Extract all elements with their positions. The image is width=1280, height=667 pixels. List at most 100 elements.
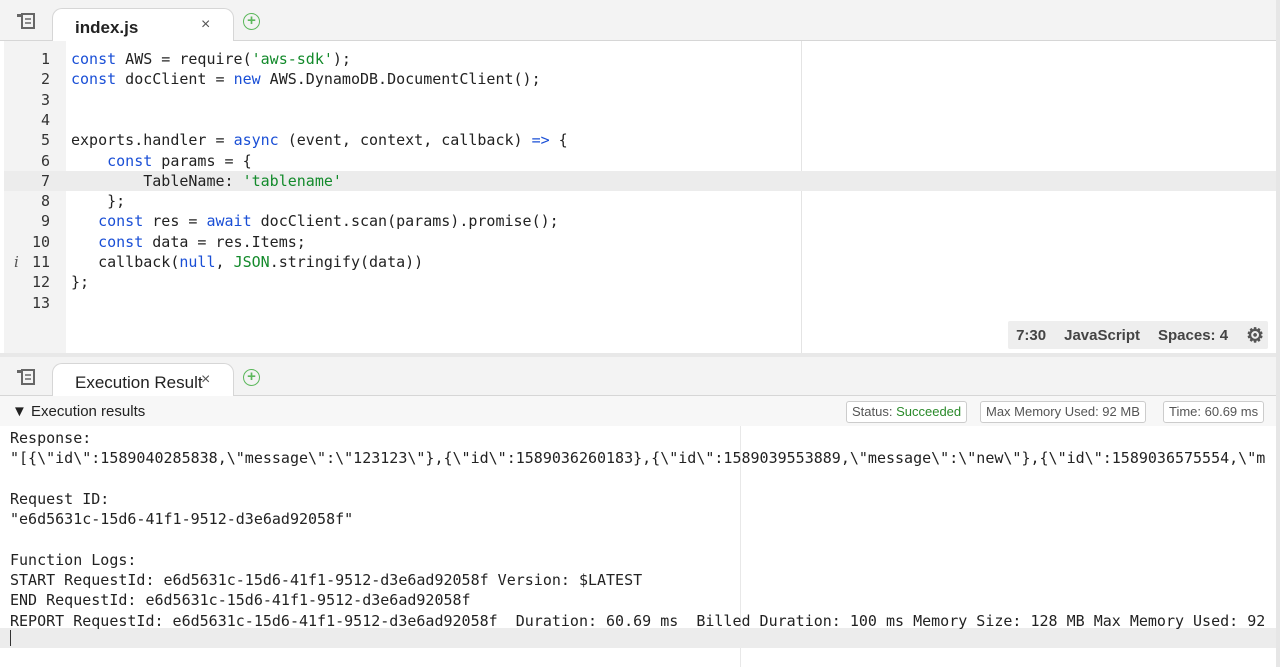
code-line[interactable]: 3 <box>4 90 1276 110</box>
code-line[interactable]: 11 i callback(null, JSON.stringify(data)) <box>4 252 1276 272</box>
code-token: .stringify(data)) <box>269 253 424 271</box>
result-line: REPORT RequestId: e6d5631c-15d6-41f1-951… <box>10 611 1266 630</box>
tab-label: Execution Result <box>75 373 203 392</box>
code-text: TableName: 'tablename' <box>71 171 342 191</box>
code-token: const <box>98 212 144 231</box>
max-memory-badge: Max Memory Used: 92 MB <box>980 401 1146 423</box>
result-tab-bar: Execution Result × + <box>0 357 1280 397</box>
execution-results-header: ▼ Execution results Status: Succeeded Ma… <box>0 396 1280 426</box>
code-token: => <box>531 131 550 150</box>
line-number: 7 <box>40 171 50 190</box>
close-tab-icon[interactable]: × <box>201 16 210 34</box>
code-line[interactable]: 2 const docClient = new AWS.DynamoDB.Docu… <box>4 69 1276 89</box>
tab-label: index.js <box>75 18 139 37</box>
code-line[interactable]: 1 const AWS = require('aws-sdk'); <box>4 49 1276 69</box>
code-line[interactable]: 13 <box>4 293 1276 313</box>
code-token: res = <box>143 212 207 231</box>
code-token: const <box>107 151 153 170</box>
cursor-position: 7:30 <box>1016 326 1047 344</box>
code-text: const AWS = require('aws-sdk'); <box>71 49 351 69</box>
code-token: }; <box>71 192 126 211</box>
code-text: const params = { <box>71 151 252 171</box>
line-number: 4 <box>40 110 50 129</box>
code-text: exports.handler = async (event, context,… <box>71 130 568 150</box>
active-line-highlight <box>0 628 1280 648</box>
code-line[interactable]: 10 const data = res.Items; <box>4 232 1276 252</box>
execution-results-toggle[interactable]: ▼ Execution results <box>12 403 145 420</box>
code-token: }; <box>71 273 90 292</box>
code-token: 'aws-sdk' <box>251 50 333 68</box>
code-token: data = res.Items; <box>143 232 306 251</box>
tab-index-js[interactable]: index.js × <box>52 8 234 42</box>
indent-setting[interactable]: Spaces: 4 <box>1158 327 1228 344</box>
code-line[interactable]: 5 exports.handler = async (event, context… <box>4 130 1276 150</box>
code-token: docClient = <box>116 70 234 89</box>
code-token: const <box>71 50 117 68</box>
code-token: , <box>215 253 234 271</box>
line-number: 13 <box>31 293 50 312</box>
code-token: TableName: <box>71 171 243 190</box>
code-token: AWS.DynamoDB.DocumentClient(); <box>260 70 541 89</box>
add-tab-icon[interactable]: + <box>243 369 260 386</box>
text-cursor <box>10 630 11 646</box>
code-text: const docClient = new AWS.DynamoDB.Docum… <box>71 69 541 89</box>
execution-results-output[interactable]: Response: "[{\"id\":1589040285838,\"messa… <box>0 426 1280 667</box>
line-number: 11 <box>31 253 50 271</box>
add-tab-icon[interactable]: + <box>243 13 260 30</box>
scrollbar-track[interactable] <box>1276 0 1280 667</box>
code-token: const <box>71 70 117 89</box>
code-token: exports.handler = <box>71 131 234 150</box>
code-token: async <box>233 131 279 150</box>
code-line[interactable]: 9 const res = await docClient.scan(param… <box>4 211 1276 231</box>
result-line: START RequestId: e6d5631c-15d6-41f1-9512… <box>10 571 643 590</box>
code-token: await <box>206 212 252 231</box>
code-token: 'tablename' <box>242 171 342 190</box>
status-badge: Status: Succeeded <box>846 401 968 423</box>
code-text: }; <box>71 191 125 211</box>
line-number: 3 <box>40 90 50 109</box>
language-mode[interactable]: JavaScript <box>1064 327 1140 344</box>
code-line[interactable]: 4 <box>4 110 1276 130</box>
code-line[interactable]: 8 }; <box>4 191 1276 211</box>
code-line[interactable]: 12}; <box>4 272 1276 292</box>
code-token: params = { <box>152 151 252 170</box>
info-annotation-icon[interactable]: i <box>14 252 19 272</box>
tab-execution-result[interactable]: Execution Result × <box>52 363 234 397</box>
result-line: Request ID: <box>10 489 110 508</box>
result-line: Function Logs: <box>10 550 137 569</box>
gear-icon[interactable]: ⚙ <box>1246 323 1264 348</box>
panel-menu-icon[interactable] <box>16 368 36 386</box>
code-text: callback(null, JSON.stringify(data)) <box>71 252 423 272</box>
code-text: }; <box>71 272 89 292</box>
line-number: 12 <box>31 273 50 292</box>
result-line: END RequestId: e6d5631c-15d6-41f1-9512-d… <box>10 591 471 610</box>
editor-status-bar: 7:30 JavaScript Spaces: 4 ⚙ <box>1008 321 1268 349</box>
editor-tab-bar: index.js × + <box>0 0 1280 42</box>
close-tab-icon[interactable]: × <box>201 371 210 389</box>
line-number: 5 <box>40 131 50 150</box>
code-editor[interactable]: 1 const AWS = require('aws-sdk'); 2 const d… <box>4 41 1276 353</box>
code-token: JSON <box>233 253 270 271</box>
line-number: 6 <box>40 151 50 170</box>
line-number: 2 <box>40 70 50 89</box>
result-line: "e6d5631c-15d6-41f1-9512-d3e6ad92058f" <box>10 510 354 529</box>
status-label: Status: <box>852 404 897 419</box>
result-line: Response: <box>10 429 92 447</box>
code-line[interactable]: 6 const params = { <box>4 151 1276 171</box>
line-number: 8 <box>40 192 50 211</box>
code-token: ); <box>332 50 351 68</box>
code-token: { <box>549 131 568 150</box>
time-badge: Time: 60.69 ms <box>1163 401 1265 423</box>
code-text: const res = await docClient.scan(params)… <box>71 211 559 231</box>
code-text: const data = res.Items; <box>71 232 306 252</box>
code-token: const <box>98 232 144 251</box>
line-number: 1 <box>40 50 50 68</box>
code-line[interactable]: 7 TableName: 'tablename' <box>4 170 1276 191</box>
code-token: AWS = require( <box>116 50 252 68</box>
code-token: new <box>233 70 261 89</box>
result-line: "[{\"id\":1589040285838,\"message\":\"12… <box>10 449 1266 468</box>
panel-menu-icon[interactable] <box>16 12 36 30</box>
